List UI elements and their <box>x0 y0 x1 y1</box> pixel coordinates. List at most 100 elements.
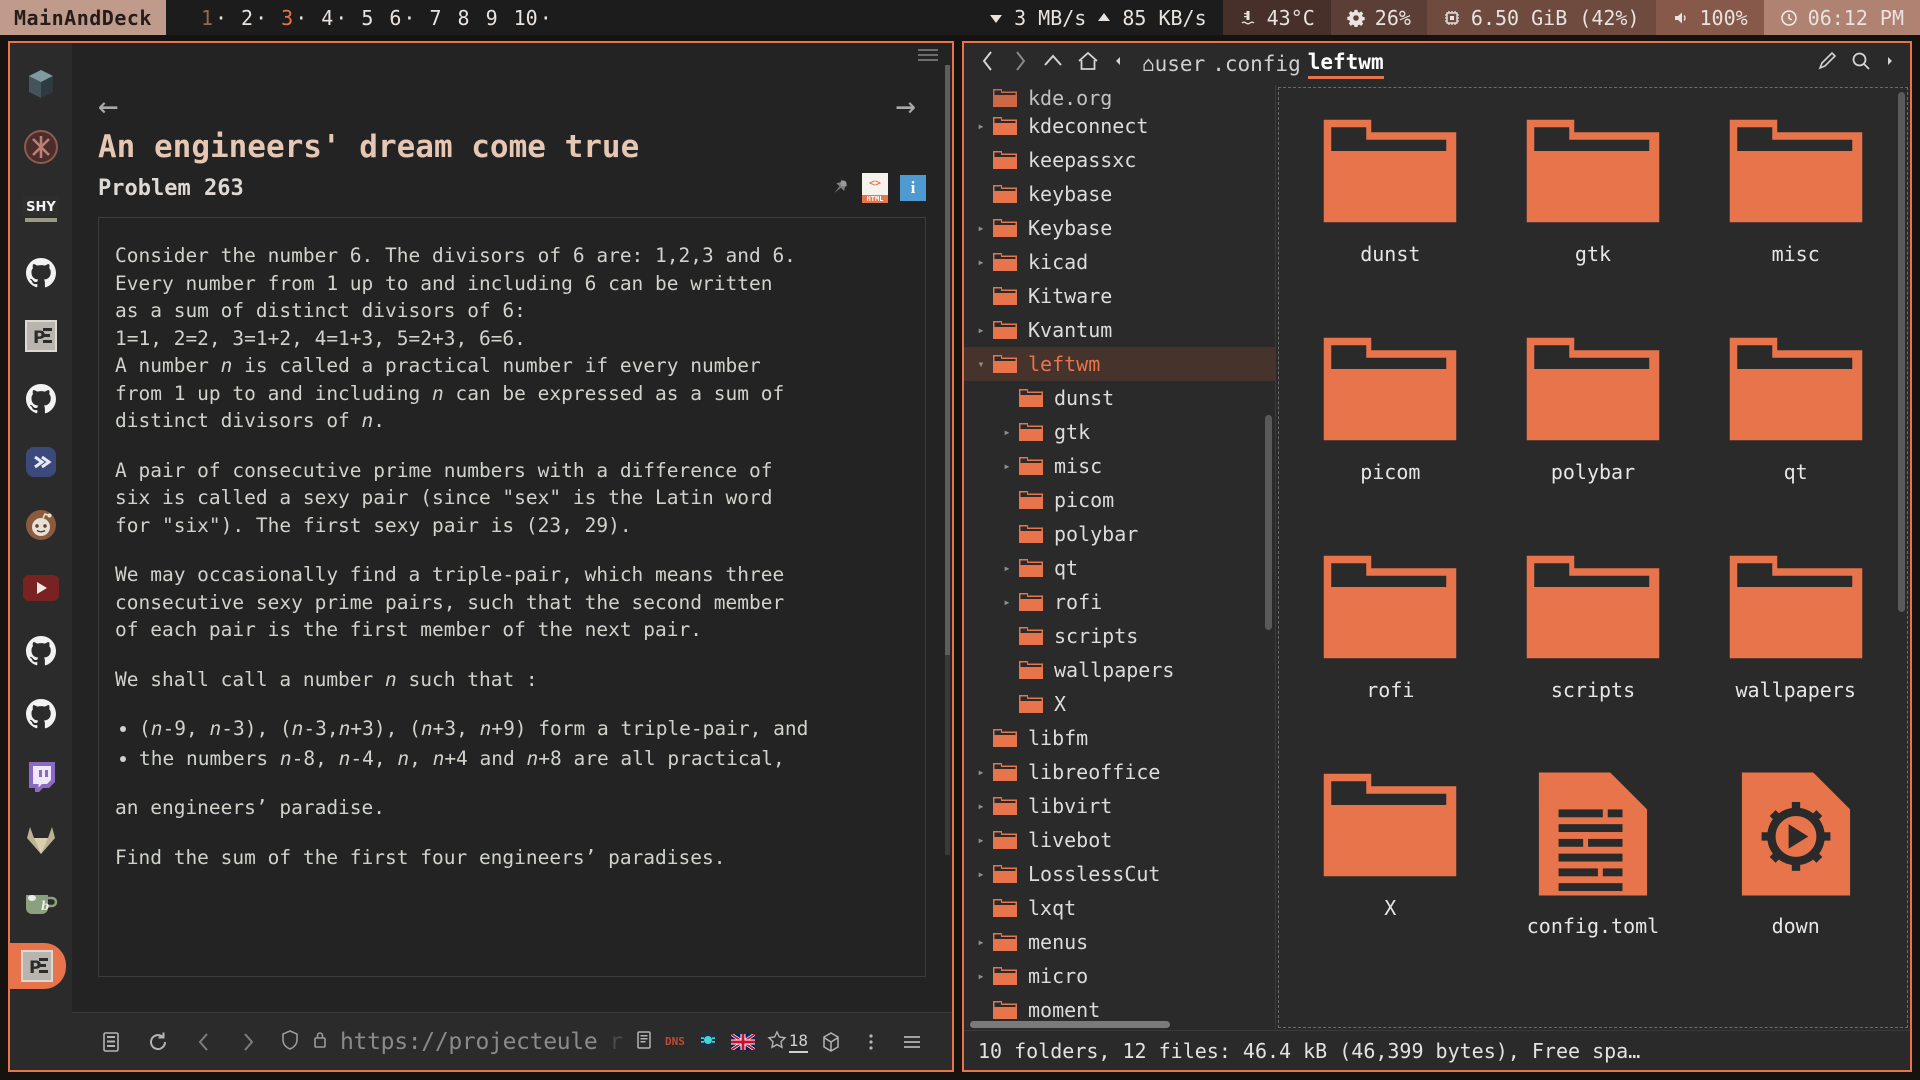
workspace-tag-name[interactable]: MainAndDeck <box>0 0 166 35</box>
file-grid-item[interactable]: wallpapers <box>1694 538 1897 756</box>
directory-tree[interactable]: kde.org▸kdeconnectkeepassxckeybase▸Keyba… <box>964 85 1276 1030</box>
pencil-icon[interactable] <box>1816 50 1838 78</box>
tree-node-micro[interactable]: ▸micro <box>964 959 1275 993</box>
kebab-menu-icon[interactable] <box>854 1031 888 1053</box>
file-grid-item[interactable]: polybar <box>1492 320 1695 538</box>
tree-node-libreoffice[interactable]: ▸libreoffice <box>964 755 1275 789</box>
file-grid-item[interactable]: picom <box>1289 320 1492 538</box>
workspace-3[interactable]: 3· <box>274 6 314 30</box>
dock-brand-circle-icon-1[interactable] <box>18 124 64 170</box>
pin-icon[interactable] <box>828 177 850 199</box>
browser-bottom-toolbar[interactable]: https://projecteule r DNS <box>72 1012 952 1070</box>
caret-left-icon[interactable] <box>1112 49 1124 79</box>
dock-reddit-icon-7[interactable] <box>18 502 64 548</box>
problem-action-icons[interactable]: <> HTML i <box>828 173 926 203</box>
breadcrumb-item-1[interactable]: .config <box>1212 52 1301 76</box>
tab-count-badge[interactable]: 18 <box>789 1031 808 1053</box>
tree-node-leftwm[interactable]: ▾leftwm <box>964 347 1275 381</box>
file-grid-item[interactable]: rofi <box>1289 538 1492 756</box>
file-grid-item[interactable]: dunst <box>1289 102 1492 320</box>
previous-problem-arrow[interactable]: ← <box>98 89 118 123</box>
tree-node-wallpapers[interactable]: wallpapers <box>964 653 1275 687</box>
page-scrollbar-thumb[interactable] <box>945 65 950 655</box>
lock-icon[interactable] <box>312 1029 328 1055</box>
caret-right-icon[interactable] <box>1884 49 1896 79</box>
tree-node-keybase[interactable]: keybase <box>964 177 1275 211</box>
hamburger-menu-icon[interactable] <box>888 1031 936 1053</box>
tree-node-menus[interactable]: ▸menus <box>964 925 1275 959</box>
dock-cube-icon-0[interactable] <box>18 61 64 107</box>
file-grid-item[interactable]: down <box>1694 756 1897 974</box>
dock-project-euler-icon-14[interactable]: P <box>8 943 66 989</box>
tree-twisty[interactable]: ▸ <box>996 425 1018 439</box>
tree-node-Keybase[interactable]: ▸Keybase <box>964 211 1275 245</box>
breadcrumb-item-0[interactable]: ⌂user <box>1142 52 1205 76</box>
tree-twisty[interactable]: ▸ <box>996 595 1018 609</box>
tree-node-dunst[interactable]: dunst <box>964 381 1275 415</box>
tree-node-kicad[interactable]: ▸kicad <box>964 245 1275 279</box>
workspace-list[interactable]: 1·2·3·4·56·78910· <box>166 0 559 35</box>
problem-navigation[interactable]: ← → <box>98 89 926 123</box>
home-icon[interactable] <box>1076 49 1100 79</box>
file-grid[interactable]: dunstgtkmiscpicompolybarqtrofiscriptswal… <box>1278 87 1908 1028</box>
breadcrumb-item-2[interactable]: leftwm <box>1308 50 1384 79</box>
file-grid-item[interactable]: scripts <box>1492 538 1695 756</box>
tree-node-lxqt[interactable]: lxqt <box>964 891 1275 925</box>
forward-icon[interactable] <box>1010 49 1030 79</box>
workspace-8[interactable]: 8 <box>451 6 479 30</box>
shield-icon[interactable] <box>280 1029 300 1055</box>
next-problem-arrow[interactable]: → <box>896 89 916 123</box>
workspace-10[interactable]: 10· <box>507 6 559 30</box>
dock-twitch-icon-11[interactable] <box>18 754 64 800</box>
search-icon[interactable] <box>1850 50 1872 78</box>
tree-node-qt[interactable]: ▸qt <box>964 551 1275 585</box>
tree-node-libfm[interactable]: libfm <box>964 721 1275 755</box>
workspace-1[interactable]: 1· <box>194 6 234 30</box>
workspace-2[interactable]: 2· <box>234 6 274 30</box>
tree-node-Kvantum[interactable]: ▸Kvantum <box>964 313 1275 347</box>
browser-vertical-tab-dock[interactable]: SHYPbP <box>10 43 72 1070</box>
tree-vertical-scrollbar[interactable] <box>1265 415 1272 630</box>
dock-github-icon-9[interactable] <box>18 628 64 674</box>
workspace-6[interactable]: 6· <box>382 6 422 30</box>
workspace-9[interactable]: 9 <box>479 6 507 30</box>
package-icon[interactable] <box>808 1031 854 1053</box>
dock-shy-icon-2[interactable]: SHY <box>18 187 64 233</box>
tree-twisty[interactable]: ▸ <box>970 867 992 881</box>
tree-twisty[interactable]: ▾ <box>970 357 992 371</box>
tree-twisty[interactable]: ▸ <box>970 221 992 235</box>
tree-twisty[interactable]: ▸ <box>996 561 1018 575</box>
tree-node-keepassxc[interactable]: keepassxc <box>964 143 1275 177</box>
file-grid-item[interactable]: config.toml <box>1492 756 1695 974</box>
forward-icon[interactable] <box>226 1031 270 1053</box>
file-grid-item[interactable]: X <box>1289 756 1492 974</box>
tab-list-icon[interactable] <box>88 1031 134 1053</box>
dock-youtube-icon-8[interactable] <box>18 565 64 611</box>
hamburger-menu-icon[interactable] <box>918 49 938 61</box>
address-bar[interactable]: https://projecteule r DNS <box>280 1029 789 1055</box>
back-icon[interactable] <box>978 49 998 79</box>
workspace-5[interactable]: 5 <box>354 6 382 30</box>
tree-twisty[interactable]: ▸ <box>970 323 992 337</box>
tree-twisty[interactable]: ▸ <box>970 969 992 983</box>
tree-node-Kitware[interactable]: Kitware <box>964 279 1275 313</box>
uk-flag-icon[interactable] <box>731 1034 755 1050</box>
reader-mode-icon[interactable] <box>635 1029 653 1055</box>
dock-github-icon-3[interactable] <box>18 250 64 296</box>
file-grid-item[interactable]: qt <box>1694 320 1897 538</box>
url-text[interactable]: https://projecteule <box>340 1029 597 1055</box>
tree-node-polybar[interactable]: polybar <box>964 517 1275 551</box>
page-scrollbar[interactable] <box>945 65 950 855</box>
html-file-icon[interactable]: <> HTML <box>862 173 888 203</box>
tree-node-X[interactable]: X <box>964 687 1275 721</box>
tree-twisty[interactable]: ▸ <box>970 935 992 949</box>
tree-node-libvirt[interactable]: ▸libvirt <box>964 789 1275 823</box>
tree-node-gtk[interactable]: ▸gtk <box>964 415 1275 449</box>
reload-icon[interactable] <box>134 1031 182 1053</box>
dock-github-icon-10[interactable] <box>18 691 64 737</box>
dock-coffee-mug-icon-13[interactable]: b <box>18 880 64 926</box>
tree-twisty[interactable]: ▸ <box>970 833 992 847</box>
tree-twisty[interactable]: ▸ <box>970 799 992 813</box>
tree-node-scripts[interactable]: scripts <box>964 619 1275 653</box>
star-icon[interactable] <box>767 1030 787 1054</box>
